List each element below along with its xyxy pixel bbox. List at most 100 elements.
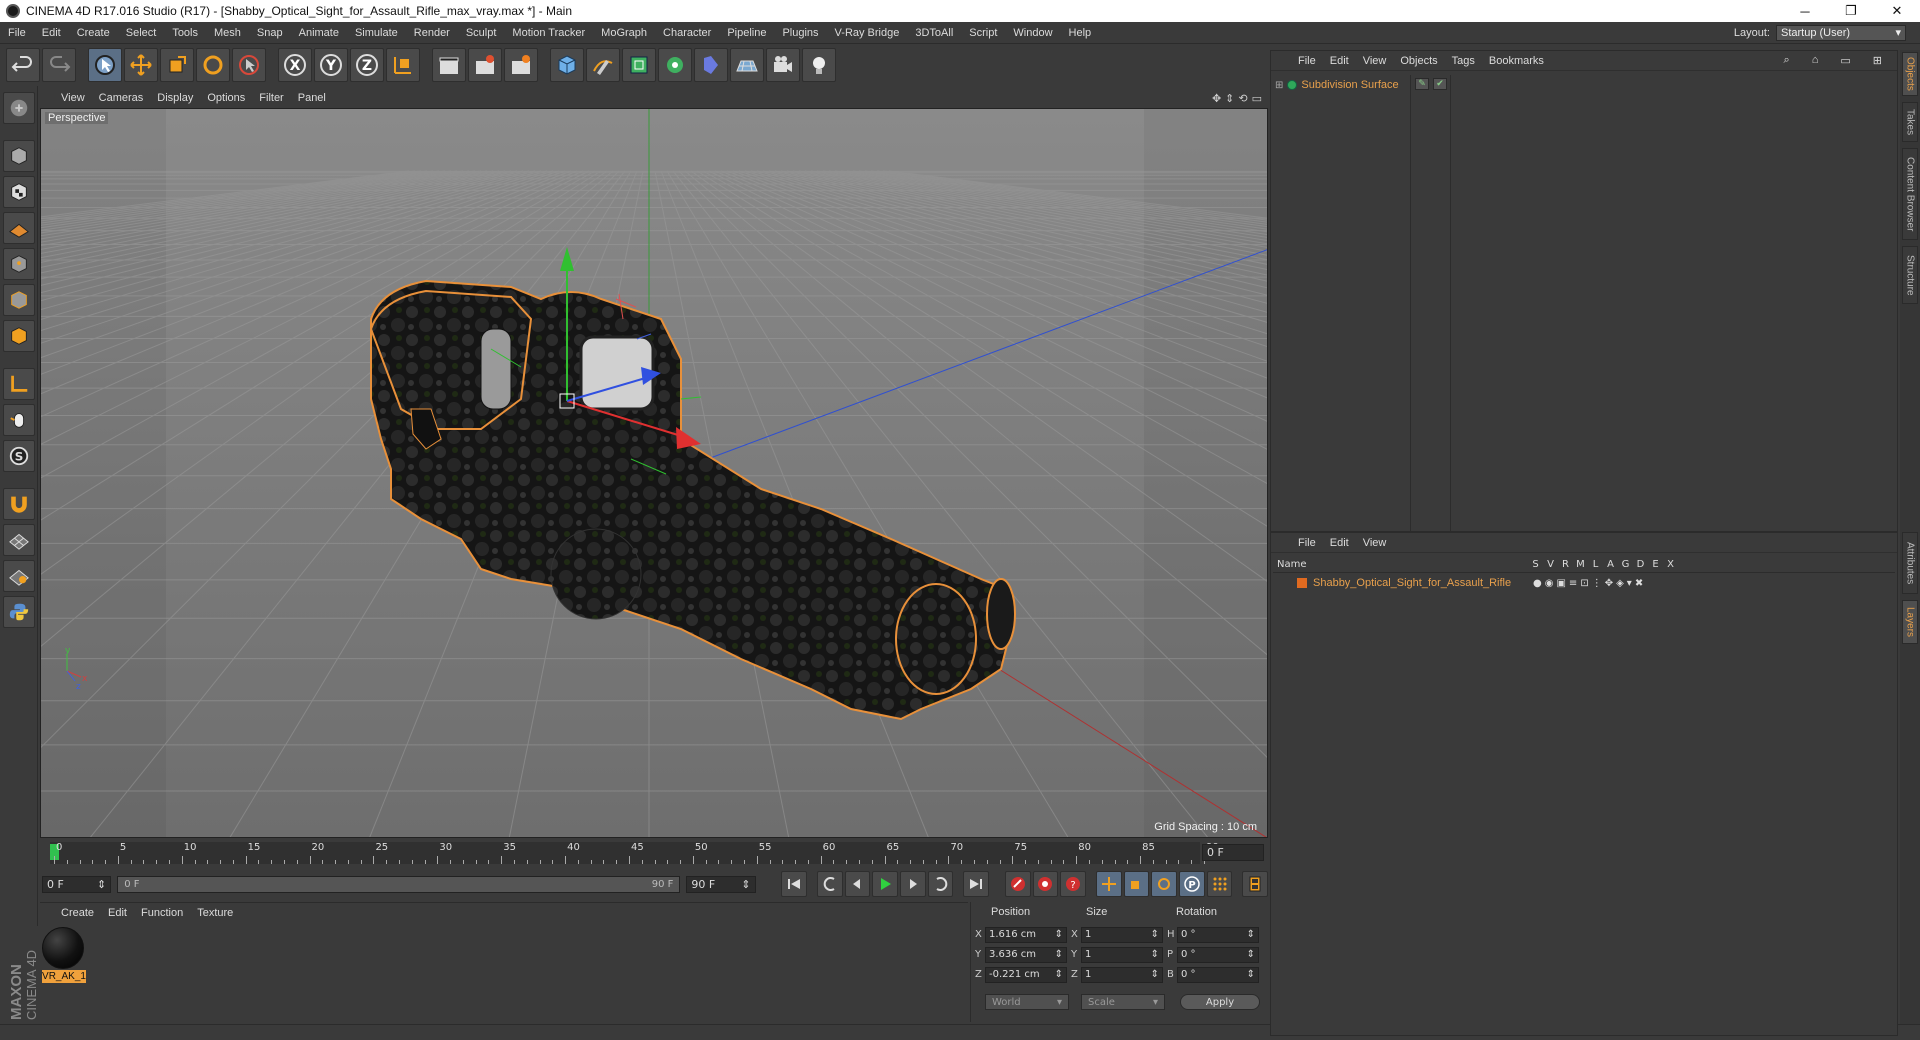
array-button[interactable] (658, 48, 692, 82)
floor-button[interactable] (730, 48, 764, 82)
material-menu-texture[interactable]: Texture (190, 907, 240, 919)
menu-pipeline[interactable]: Pipeline (719, 27, 774, 39)
menu-tools[interactable]: Tools (164, 27, 206, 39)
layer-column-s[interactable]: S (1528, 559, 1543, 570)
workplane-button[interactable] (2, 212, 35, 244)
menu-file[interactable]: File (0, 27, 34, 39)
side-tab-takes[interactable]: Takes (1902, 102, 1918, 142)
layer-column-m[interactable]: M (1573, 559, 1588, 570)
solo-dot-icon[interactable]: ● (1533, 578, 1542, 589)
side-tab-objects[interactable]: Objects (1902, 52, 1918, 96)
layer-row[interactable]: Shabby_Optical_Sight_for_Assault_Rifle ●… (1273, 575, 1895, 591)
lock-icon[interactable]: ⊡ (1580, 578, 1588, 589)
menu-mograph[interactable]: MoGraph (593, 27, 655, 39)
scale-button[interactable] (160, 48, 194, 82)
rotation-b-field[interactable]: 0 ° ⇕ (1177, 966, 1259, 983)
menu-snap[interactable]: Snap (249, 27, 291, 39)
menu-motion-tracker[interactable]: Motion Tracker (504, 27, 593, 39)
pen-spline-button[interactable] (586, 48, 620, 82)
render-icon[interactable]: ▣ (1556, 578, 1565, 589)
light-button[interactable] (802, 48, 836, 82)
snap-button[interactable] (2, 488, 35, 520)
menu-sculpt[interactable]: Sculpt (458, 27, 505, 39)
end-frame-field[interactable]: 90 F ⇕ (686, 875, 756, 893)
size-z-field[interactable]: 1 ⇕ (1081, 966, 1163, 983)
viewport-menu-cameras[interactable]: Cameras (92, 92, 151, 104)
live-selection-button[interactable] (88, 48, 122, 82)
object-row[interactable]: ⊞ Subdivision Surface (1275, 77, 1399, 93)
range-slider[interactable]: 0 F 90 F (117, 875, 681, 893)
side-tab-structure[interactable]: Structure (1902, 246, 1918, 304)
position-x-field[interactable]: 1.616 cm ⇕ (985, 926, 1067, 943)
layer-name[interactable]: Shabby_Optical_Sight_for_Assault_Rifle (1313, 577, 1533, 589)
menu-mesh[interactable]: Mesh (206, 27, 249, 39)
y-axis-lock-button[interactable]: Y (314, 48, 348, 82)
edges-mode-button[interactable] (2, 284, 35, 316)
layer-column-e[interactable]: E (1648, 559, 1663, 570)
objects-menu-objects[interactable]: Objects (1393, 55, 1444, 67)
material-menu-create[interactable]: Create (54, 907, 101, 919)
scheme-button[interactable] (1242, 871, 1269, 897)
x-axis-lock-button[interactable]: X (278, 48, 312, 82)
layer-column-r[interactable]: R (1558, 559, 1573, 570)
rotate-button[interactable] (196, 48, 230, 82)
material-menu-function[interactable]: Function (134, 907, 190, 919)
objects-menu-view[interactable]: View (1356, 55, 1394, 67)
rotation-h-field[interactable]: 0 ° ⇕ (1177, 926, 1259, 943)
layers-menu-view[interactable]: View (1356, 537, 1394, 549)
scale-key-button[interactable] (1123, 871, 1150, 897)
play-button[interactable] (872, 871, 899, 897)
menu-simulate[interactable]: Simulate (347, 27, 406, 39)
undo-button[interactable] (6, 48, 40, 82)
minimize-button[interactable]: ─ (1782, 0, 1828, 22)
maximize-view-icon[interactable]: ▭ (1252, 92, 1262, 105)
menu-animate[interactable]: Animate (291, 27, 347, 39)
tweak-mode-button[interactable] (2, 404, 35, 436)
layer-column-l[interactable]: L (1588, 559, 1603, 570)
material-menu-edit[interactable]: Edit (101, 907, 134, 919)
rotation-key-button[interactable] (1151, 871, 1177, 897)
collapse-icon[interactable]: ▭ (1833, 54, 1857, 67)
layer-column-d[interactable]: D (1633, 559, 1648, 570)
make-editable-button[interactable] (2, 92, 35, 124)
viewport-camera-label[interactable]: Perspective (45, 112, 109, 124)
points-mode-button[interactable] (2, 248, 35, 280)
enable-quantizing-button[interactable] (2, 524, 35, 556)
render-settings-button[interactable] (504, 48, 538, 82)
menu-script[interactable]: Script (961, 27, 1005, 39)
menu-select[interactable]: Select (118, 27, 165, 39)
maximize-icon[interactable]: ⊞ (1866, 54, 1889, 67)
objects-menu-edit[interactable]: Edit (1323, 55, 1356, 67)
previous-frame-button[interactable] (844, 871, 871, 897)
side-tab-content-browser[interactable]: Content Browser (1902, 148, 1918, 240)
position-y-field[interactable]: 3.636 cm ⇕ (985, 946, 1067, 963)
menu-vray-bridge[interactable]: V-Ray Bridge (827, 27, 908, 39)
layer-column-a[interactable]: A (1603, 559, 1618, 570)
layer-column-x[interactable]: X (1663, 559, 1678, 570)
autokeying-button[interactable] (1032, 871, 1059, 897)
timeline-ruler[interactable]: 051015202530354045505560657075808590 (50, 842, 1219, 864)
objects-menu-bookmarks[interactable]: Bookmarks (1482, 55, 1551, 67)
rotation-p-field[interactable]: 0 ° ⇕ (1177, 946, 1259, 963)
camera-button[interactable] (766, 48, 800, 82)
position-key-button[interactable] (1095, 871, 1122, 897)
viewport-menu-view[interactable]: View (54, 92, 92, 104)
menu-render[interactable]: Render (406, 27, 458, 39)
zoom-view-icon[interactable]: ⇕ (1225, 92, 1234, 105)
object-name[interactable]: Subdivision Surface (1301, 79, 1398, 91)
next-frame-button[interactable] (900, 871, 926, 897)
perspective-viewport[interactable]: y x z Perspective Grid Spacing : 10 cm (40, 108, 1268, 838)
home-icon[interactable]: ⌂ (1805, 54, 1826, 67)
rotate-view-icon[interactable]: ⟲ (1238, 92, 1247, 105)
layout-select[interactable]: Startup (User) ▾ (1776, 24, 1906, 41)
edit-layer-icon[interactable]: ✎ (1415, 78, 1429, 90)
layers-menu-file[interactable]: File (1291, 537, 1323, 549)
point-level-animation-button[interactable] (1206, 871, 1233, 897)
viewport-menu-filter[interactable]: Filter (252, 92, 290, 104)
layer-column-name[interactable]: Name (1273, 559, 1528, 570)
size-y-field[interactable]: 1 ⇕ (1081, 946, 1163, 963)
viewport-menu-options[interactable]: Options (200, 92, 252, 104)
deformer-flag-icon[interactable]: ◈ (1616, 578, 1624, 589)
expression-icon[interactable]: ▾ (1627, 578, 1632, 589)
deformer-button[interactable] (694, 48, 728, 82)
